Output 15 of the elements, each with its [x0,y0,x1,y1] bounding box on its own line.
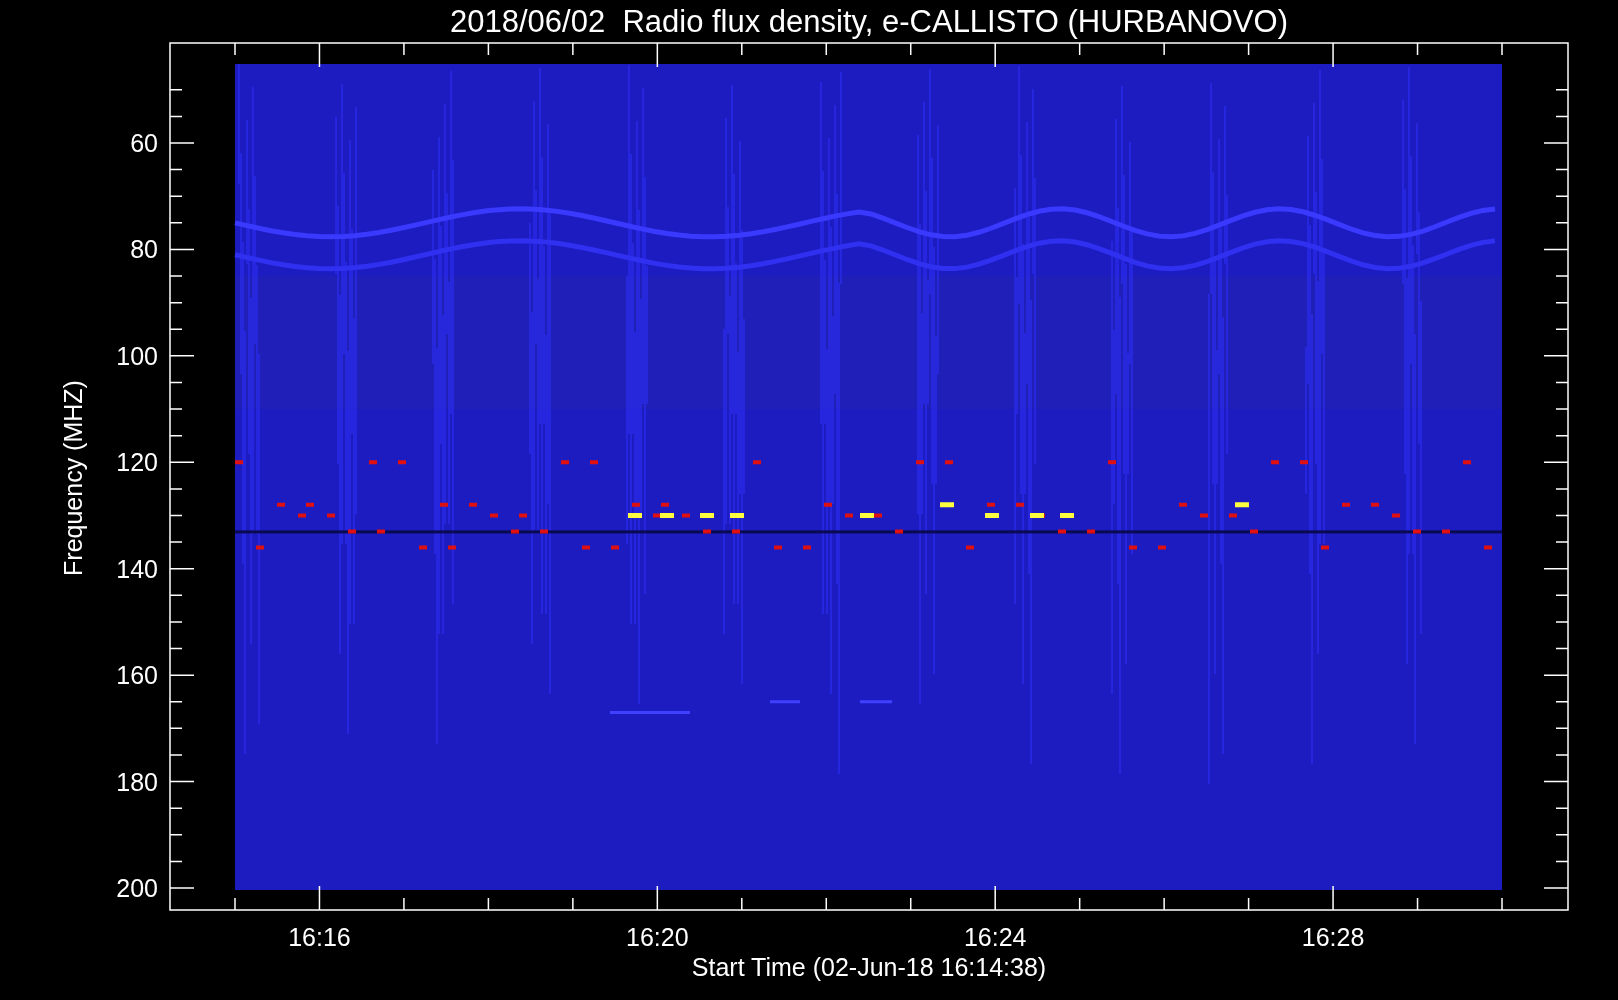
axis-tick-label: 200 [116,874,158,902]
axis-tick-label: 80 [130,235,158,264]
axis-tick-label: 16:16 [288,923,351,951]
axis-tick-label: 16:28 [1301,923,1365,951]
axis-tick-label: 180 [116,767,158,796]
axis-tick-label: 16:24 [963,923,1027,951]
axis-tick-label: 60 [130,129,158,157]
chart-title: 2018/06/02 Radio flux density, e-CALLISTO (HURBANOVO) [450,4,1288,39]
axis-tick-label: 100 [116,341,158,370]
axis-tick-label: 120 [116,448,158,477]
axis-title: Start Time (02-Jun-18 16:14:38) [691,953,1047,981]
axis-title: Frequency (MHZ) [59,380,87,576]
axis-tick-label: 16:20 [626,923,689,951]
axis-tick-label: 160 [116,661,158,690]
axis-tick-label: 140 [116,554,158,583]
